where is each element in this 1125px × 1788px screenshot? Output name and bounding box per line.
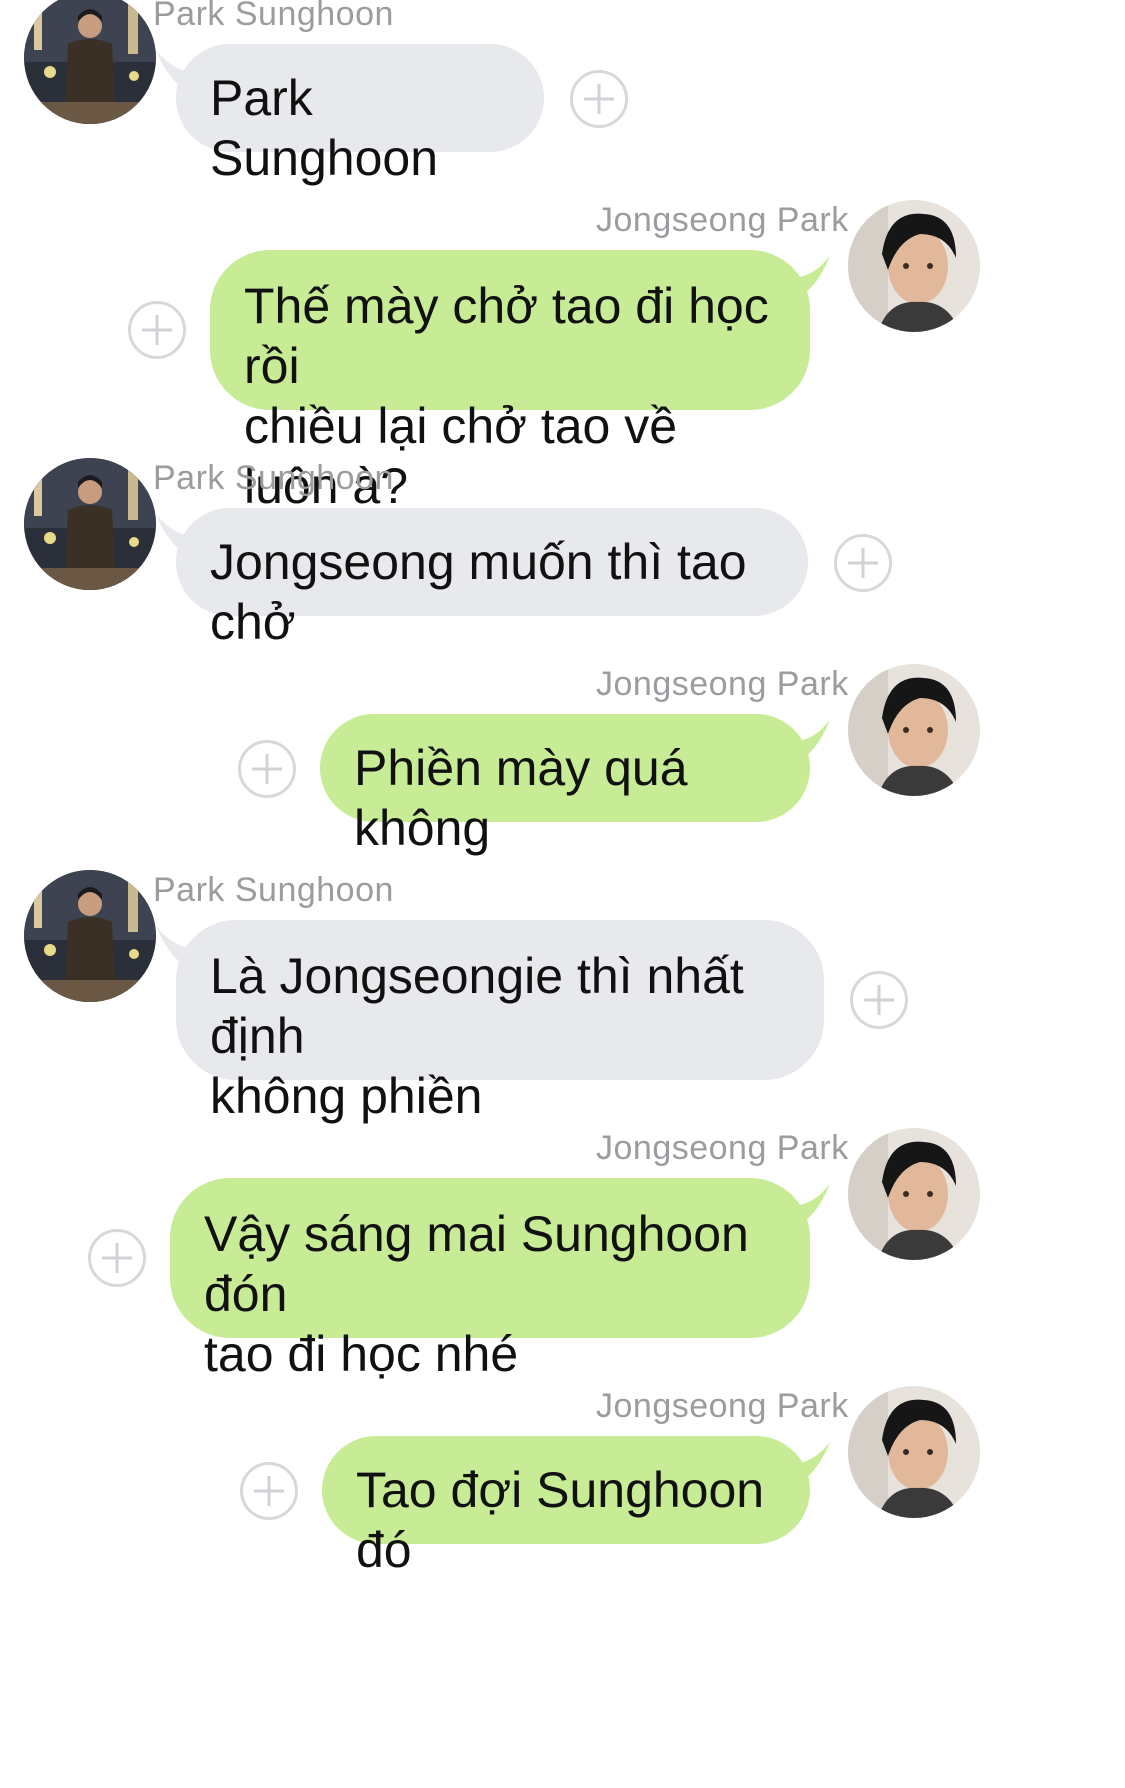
avatar-image (24, 0, 156, 124)
message-bubble[interactable]: Tao đợi Sunghoon đó (322, 1436, 810, 1578)
sender-name: Jongseong Park (596, 1387, 849, 1425)
message-text: Vậy sáng mai Sunghoon đón tao đi học nhé (204, 1206, 749, 1382)
avatar-jongseong-park[interactable] (848, 1386, 980, 1518)
plus-circle-icon[interactable] (128, 301, 186, 359)
avatar-image (24, 870, 156, 1002)
avatar-image (848, 664, 980, 796)
message-bubble[interactable]: Thế mày chở tao đi học rồi chiều lại chở… (210, 250, 810, 514)
message-text: Phiền mày quá không (354, 740, 688, 856)
sender-name: Park Sunghoon (153, 871, 394, 909)
avatar-image (848, 1128, 980, 1260)
plus-circle-icon[interactable] (570, 70, 628, 128)
avatar-image (848, 200, 980, 332)
avatar-jongseong-park[interactable] (848, 1128, 980, 1260)
sender-name: Park Sunghoon (153, 459, 394, 497)
message-bubble[interactable]: Park Sunghoon (176, 44, 544, 186)
plus-circle-icon[interactable] (240, 1462, 298, 1520)
message-text: Là Jongseongie thì nhất định không phiền (210, 948, 744, 1124)
avatar-jongseong-park[interactable] (848, 664, 980, 796)
message-text: Jongseong muốn thì tao chở (210, 534, 747, 650)
avatar-park-sunghoon[interactable] (24, 0, 156, 124)
sender-name: Jongseong Park (596, 201, 849, 239)
plus-circle-icon[interactable] (834, 534, 892, 592)
avatar-park-sunghoon[interactable] (24, 458, 156, 590)
message-text: Park Sunghoon (210, 70, 439, 186)
avatar-jongseong-park[interactable] (848, 200, 980, 332)
sender-name: Park Sunghoon (153, 0, 394, 33)
plus-circle-icon[interactable] (850, 971, 908, 1029)
avatar-image (24, 458, 156, 590)
avatar-park-sunghoon[interactable] (24, 870, 156, 1002)
plus-circle-icon[interactable] (88, 1229, 146, 1287)
message-bubble[interactable]: Jongseong muốn thì tao chở (176, 508, 808, 650)
message-bubble[interactable]: Phiền mày quá không (320, 714, 810, 856)
sender-name: Jongseong Park (596, 665, 849, 703)
message-bubble[interactable]: Vậy sáng mai Sunghoon đón tao đi học nhé (170, 1178, 810, 1382)
avatar-image (848, 1386, 980, 1518)
message-bubble[interactable]: Là Jongseongie thì nhất định không phiền (176, 920, 824, 1124)
plus-circle-icon[interactable] (238, 740, 296, 798)
message-text: Tao đợi Sunghoon đó (356, 1462, 765, 1578)
sender-name: Jongseong Park (596, 1129, 849, 1167)
